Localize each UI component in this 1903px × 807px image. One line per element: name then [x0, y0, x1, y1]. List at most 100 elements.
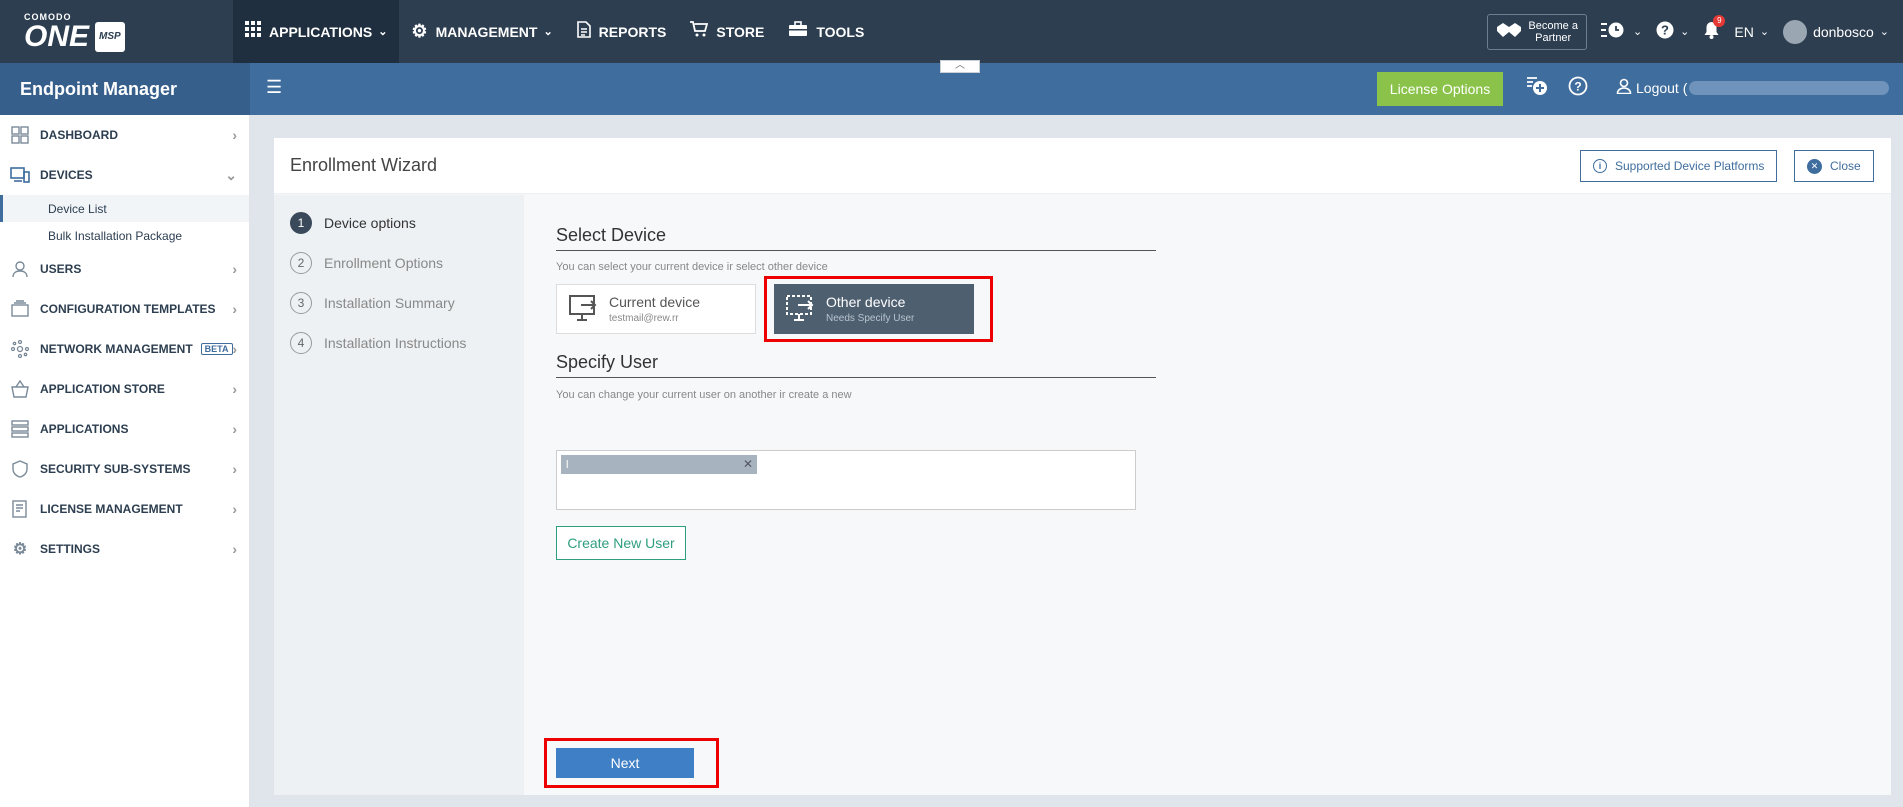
page-title: Enrollment Wizard: [290, 155, 438, 175]
nav-store-label: STORE: [716, 23, 765, 40]
close-button[interactable]: ✕ Close: [1794, 150, 1874, 182]
sidebar-item-license-management[interactable]: LICENSE MANAGEMENT ›: [0, 489, 249, 529]
license-options-button[interactable]: License Options: [1377, 72, 1503, 106]
partner-line2: Partner: [1535, 31, 1572, 44]
remove-chip-icon[interactable]: ✕: [743, 457, 753, 471]
recent-activity-button[interactable]: ⌄: [1600, 21, 1643, 42]
logo-one: ONE: [24, 19, 90, 53]
specify-user-hint: You can change your current user on anot…: [556, 389, 852, 401]
user-icon: [10, 259, 30, 279]
chevron-down-icon: ⌄: [1680, 26, 1690, 38]
comodo-one-logo[interactable]: COMODO ONE MSP: [0, 0, 233, 63]
nav-store[interactable]: STORE: [678, 0, 776, 63]
supported-button-label: Supported Device Platforms: [1615, 159, 1765, 173]
list-clock-icon: [1600, 21, 1627, 42]
support-chat-icon[interactable]: ?: [1568, 76, 1588, 102]
nav-reports[interactable]: REPORTS: [565, 0, 679, 63]
sidebar-subitem-bulk-installation[interactable]: Bulk Installation Package: [0, 222, 249, 249]
sidebar-item-label: SETTINGS: [40, 542, 101, 556]
step-number: 4: [290, 332, 312, 354]
network-icon: [10, 339, 30, 359]
logout-label: Logout (: [1636, 79, 1688, 96]
main-nav: APPLICATIONS ⌄ ⚙ MANAGEMENT ⌄ REPORTS ST…: [233, 0, 876, 63]
chevron-right-icon: ›: [232, 461, 237, 477]
specify-user-title: Specify User: [556, 352, 1156, 378]
hamburger-menu-icon[interactable]: ☰: [266, 77, 282, 98]
top-right-controls: Become a Partner ⌄ ? ⌄ 9 EN ⌄ donbosco ⌄: [1487, 0, 1903, 63]
sidebar-item-label: APPLICATIONS: [40, 422, 129, 436]
step-enrollment-options[interactable]: 2 Enrollment Options: [274, 243, 524, 283]
license-icon: [10, 499, 30, 519]
sidebar-item-application-store[interactable]: APPLICATION STORE ›: [0, 369, 249, 409]
step-label: Device options: [324, 215, 416, 231]
sidebar-item-label: DEVICES: [40, 168, 93, 182]
nav-management-label: MANAGEMENT: [435, 23, 538, 40]
sidebar-item-users[interactable]: USERS ›: [0, 249, 249, 289]
enrollment-wizard-panel: Enrollment Wizard i Supported Device Pla…: [274, 138, 1891, 795]
notifications-button[interactable]: 9: [1703, 15, 1726, 42]
language-selector[interactable]: EN ⌄: [1734, 24, 1769, 40]
step-number: 1: [290, 212, 312, 234]
create-new-user-button[interactable]: Create New User: [556, 526, 686, 560]
add-device-icon[interactable]: [1526, 76, 1548, 102]
sidebar-item-dashboard[interactable]: DASHBOARD ›: [0, 115, 249, 155]
chevron-right-icon: ›: [232, 541, 237, 557]
supported-device-platforms-button[interactable]: i Supported Device Platforms: [1580, 150, 1778, 182]
chevron-down-icon: ⌄: [378, 26, 388, 38]
nav-management[interactable]: ⚙ MANAGEMENT ⌄: [399, 0, 564, 63]
sidebar-subitem-device-list[interactable]: Device List: [0, 195, 249, 222]
applications-icon: [10, 419, 30, 439]
step-installation-instructions[interactable]: 4 Installation Instructions: [274, 323, 524, 363]
chevron-right-icon: ›: [232, 421, 237, 437]
wizard-steps: 1 Device options 2 Enrollment Options 3 …: [274, 195, 524, 795]
nav-tools[interactable]: TOOLS: [776, 0, 876, 63]
chevron-right-icon: ›: [232, 261, 237, 277]
shield-icon: [10, 459, 30, 479]
sidebar-item-applications[interactable]: APPLICATIONS ›: [0, 409, 249, 449]
partner-text: Become a Partner: [1528, 20, 1578, 44]
sidebar-item-label: LICENSE MANAGEMENT: [40, 502, 183, 516]
nav-applications[interactable]: APPLICATIONS ⌄: [233, 0, 400, 63]
close-icon: ✕: [1807, 158, 1822, 174]
top-navigation-bar: COMODO ONE MSP APPLICATIONS ⌄ ⚙ MANAGEME…: [0, 0, 1903, 63]
wizard-content: Select Device You can select your curren…: [524, 195, 1891, 795]
step-device-options[interactable]: 1 Device options: [274, 203, 524, 243]
current-device-option[interactable]: Current device testmail@rew.rr: [556, 284, 756, 334]
collapse-header-tab[interactable]: ︿: [940, 60, 980, 73]
sidebar-item-devices[interactable]: DEVICES ⌄: [0, 155, 249, 195]
help-icon: ?: [1656, 21, 1674, 42]
select-device-hint: You can select your current device ir se…: [556, 261, 828, 273]
current-device-sub: testmail@rew.rr: [609, 313, 679, 324]
device-transfer-icon: [569, 295, 599, 323]
basket-icon: [10, 379, 30, 399]
become-partner-button[interactable]: Become a Partner: [1487, 13, 1587, 50]
chevron-right-icon: ›: [232, 501, 237, 517]
sidebar-item-configuration-templates[interactable]: CONFIGURATION TEMPLATES ›: [0, 289, 249, 329]
step-installation-summary[interactable]: 3 Installation Summary: [274, 283, 524, 323]
help-button[interactable]: ? ⌄: [1656, 21, 1689, 42]
sidebar: DASHBOARD › DEVICES ⌄ Device List Bulk I…: [0, 115, 250, 807]
logo-big-text: ONE MSP: [24, 19, 233, 53]
svg-text:?: ?: [1574, 80, 1581, 94]
beta-badge: BETA: [200, 343, 233, 355]
selected-user-label: l: [566, 458, 569, 471]
logout-button[interactable]: Logout (: [1616, 78, 1890, 97]
sidebar-item-network-management[interactable]: NETWORK MANAGEMENT BETA ›: [0, 329, 249, 369]
sidebar-item-settings[interactable]: ⚙ SETTINGS ›: [0, 529, 249, 569]
notification-count-badge: 9: [1713, 15, 1726, 27]
nav-applications-label: APPLICATIONS: [269, 23, 373, 40]
chevron-right-icon: ›: [232, 127, 237, 143]
dashboard-icon: [10, 125, 30, 145]
toolbox-icon: [788, 21, 808, 42]
chevron-down-icon: ⌄: [225, 166, 237, 183]
gear-icon: ⚙: [411, 21, 428, 41]
nav-tools-label: TOOLS: [816, 23, 865, 40]
chevron-down-icon: ⌄: [1879, 26, 1889, 38]
sidebar-item-security-sub-systems[interactable]: SECURITY SUB-SYSTEMS ›: [0, 449, 249, 489]
user-menu[interactable]: donbosco ⌄: [1783, 19, 1889, 44]
current-device-text: Current device testmail@rew.rr: [609, 294, 700, 324]
chevron-down-icon: ⌄: [1759, 26, 1770, 38]
settings-icon: ⚙: [12, 541, 28, 558]
chevron-down-icon: ⌄: [1632, 26, 1643, 38]
user-select-input[interactable]: l ✕: [556, 450, 1136, 510]
